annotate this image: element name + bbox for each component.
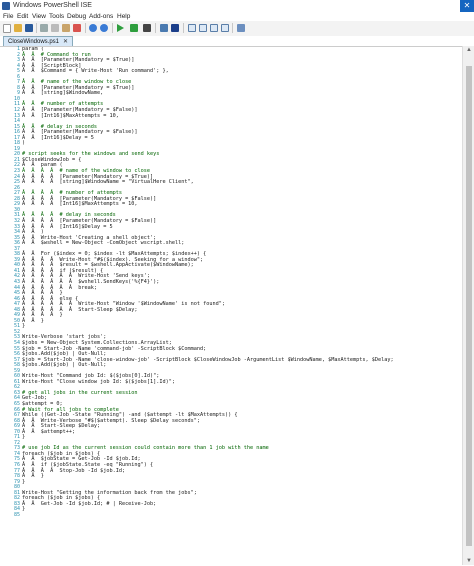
code-line-text: Â Â Â Â [Int16]$MaxAttempts = 10, bbox=[22, 201, 138, 208]
code-line-text: $jobs.Add($job) | Out-Null; bbox=[22, 362, 107, 369]
window-close-button[interactable]: ✕ bbox=[460, 0, 474, 12]
tab-strip: CloseWindows.ps1 ✕ bbox=[0, 36, 474, 47]
scroll-up-icon[interactable]: ▲ bbox=[463, 46, 474, 54]
new-icon[interactable] bbox=[3, 24, 11, 33]
vertical-scrollbar[interactable]: ▲ ▼ bbox=[462, 46, 474, 565]
code-line[interactable] bbox=[22, 513, 462, 519]
title-bar: Windows PowerShell ISE ✕ bbox=[0, 0, 474, 12]
code-line-text: Â Â [Int16]$Delay = 5 bbox=[22, 134, 94, 141]
menu-edit[interactable]: Edit bbox=[17, 12, 28, 21]
tab-label: CloseWindows.ps1 bbox=[8, 39, 60, 45]
run-icon[interactable] bbox=[117, 24, 124, 32]
menu-view[interactable]: View bbox=[32, 12, 46, 21]
menu-help[interactable]: Help bbox=[117, 12, 130, 21]
code-line-text: Â Â $attempt++; bbox=[22, 428, 76, 435]
open-icon[interactable] bbox=[14, 24, 22, 32]
copy-icon[interactable] bbox=[51, 24, 59, 32]
code-line-text: Â Â [string]$WindowName, bbox=[22, 90, 104, 97]
paste-icon[interactable] bbox=[62, 24, 70, 32]
redo-icon[interactable] bbox=[100, 24, 108, 32]
code-line-text: } bbox=[22, 506, 26, 513]
code-line-text: Â Â $Command = { Write-Host 'Run command… bbox=[22, 68, 169, 75]
new-remote-icon[interactable] bbox=[160, 24, 168, 32]
powershell-app-icon bbox=[2, 2, 10, 10]
clear-icon[interactable] bbox=[73, 24, 81, 32]
show-script-pane-icon[interactable] bbox=[188, 24, 196, 32]
menu-tools[interactable]: Tools bbox=[49, 12, 64, 21]
scrollbar-thumb[interactable] bbox=[466, 66, 472, 546]
stop-icon[interactable] bbox=[143, 24, 151, 32]
code-line-text: Â Â Get-Job -Id $job.Id; # | Receive-Job… bbox=[22, 500, 157, 507]
code-line-text: Â Â $wshell = New-Object -ComObject wscr… bbox=[22, 240, 185, 247]
code-line-text: Â Â [Int16]$MaxAttempts = 10, bbox=[22, 112, 119, 119]
menu-file[interactable]: File bbox=[3, 12, 13, 21]
code-line-text: ) bbox=[22, 140, 26, 147]
code-line-text: Write-Host "Close window job Id: $($jobs… bbox=[22, 378, 176, 385]
undo-icon[interactable] bbox=[89, 24, 97, 32]
run-selection-icon[interactable] bbox=[130, 24, 138, 32]
save-icon[interactable] bbox=[25, 24, 33, 32]
code-line-text: } bbox=[22, 434, 26, 441]
code-area[interactable]: param (Â Â # Command to run Â Â [Paramete… bbox=[22, 47, 462, 566]
line-number: 85 bbox=[13, 511, 20, 518]
tab-close-icon[interactable]: ✕ bbox=[63, 39, 68, 45]
code-line-text: } bbox=[22, 478, 26, 485]
menu-debug[interactable]: Debug bbox=[67, 12, 86, 21]
window-title: Windows PowerShell ISE bbox=[13, 2, 92, 9]
start-powershell-icon[interactable] bbox=[171, 24, 179, 32]
cut-icon[interactable] bbox=[40, 24, 48, 32]
menu-addons[interactable]: Add-ons bbox=[89, 12, 113, 21]
show-script-max-icon[interactable] bbox=[210, 24, 218, 32]
code-line-text: Â Â } bbox=[22, 473, 44, 480]
show-script-right-icon[interactable] bbox=[199, 24, 207, 32]
toolbar bbox=[0, 21, 474, 37]
code-line-text: Â Â } bbox=[22, 317, 44, 324]
menu-bar: File Edit View Tools Debug Add-ons Help bbox=[0, 12, 474, 21]
show-console-icon[interactable] bbox=[221, 24, 229, 32]
show-command-icon[interactable] bbox=[237, 24, 245, 32]
script-editor[interactable]: 1 2 3 4 5 6 7 8 9 10 11 12 13 14 15 16 17 18 19 20 21 22 23 24 2… bbox=[0, 46, 462, 566]
code-line-text: } bbox=[22, 323, 26, 330]
code-line-text: Â Â Â Â [string]$WindowName = "VirtualHe… bbox=[22, 179, 194, 186]
line-number-gutter: 1 2 3 4 5 6 7 8 9 10 11 12 13 14 15 16 17 18 19 20 21 22 23 24 2… bbox=[0, 46, 22, 566]
scroll-down-icon[interactable]: ▼ bbox=[463, 557, 474, 565]
